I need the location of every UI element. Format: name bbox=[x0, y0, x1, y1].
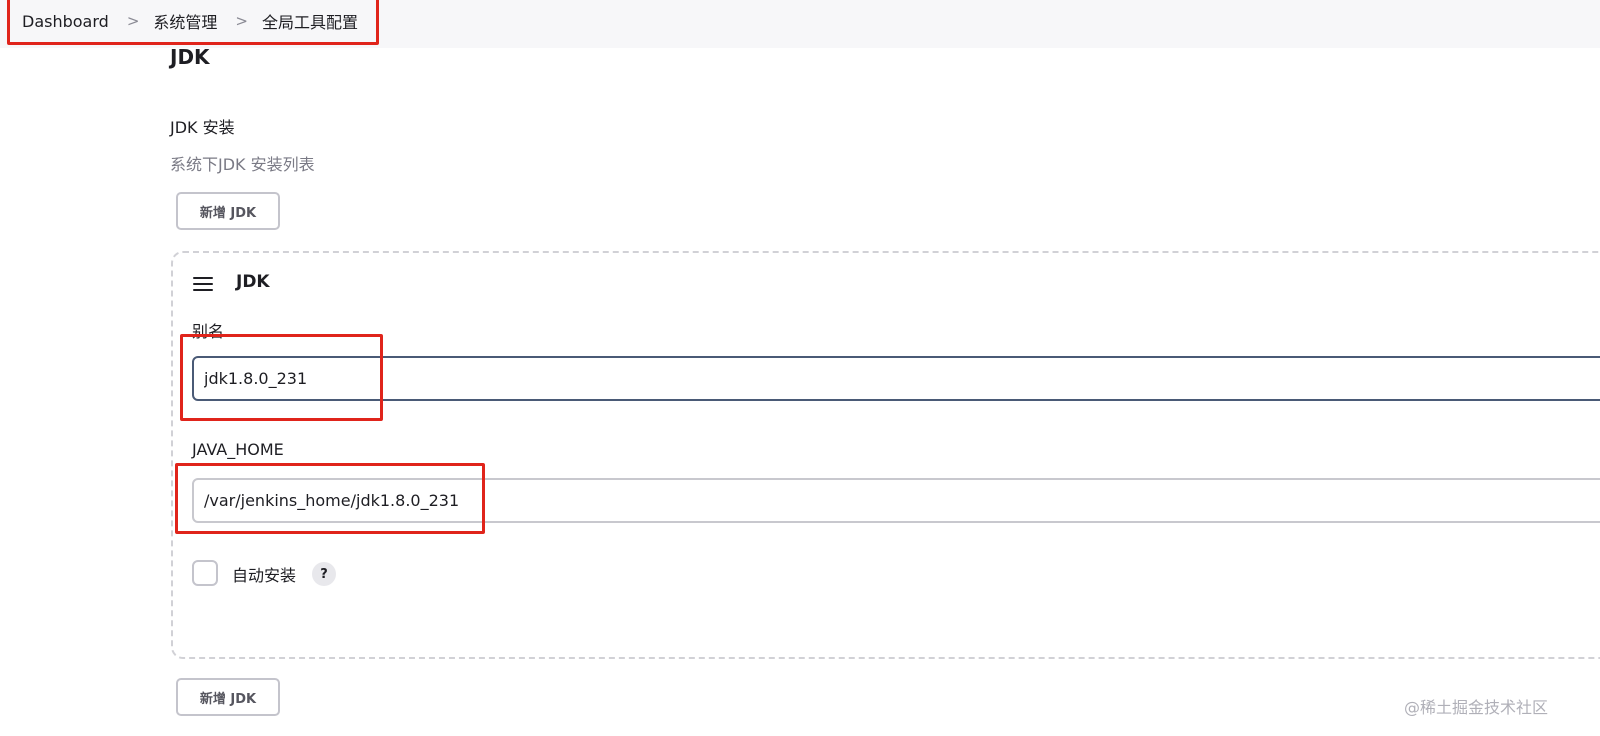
breadcrumb-global-tool-config[interactable]: 全局工具配置 bbox=[262, 9, 358, 33]
jdk-name-input[interactable] bbox=[192, 356, 1600, 401]
breadcrumb: Dashboard > 系统管理 > 全局工具配置 bbox=[22, 9, 358, 33]
jdk-installations-label: JDK 安装 bbox=[170, 118, 235, 137]
watermark: @稀土掘金技术社区 bbox=[1404, 698, 1549, 717]
add-jdk-button[interactable]: 新增 JDK bbox=[176, 192, 280, 230]
jdk-installation-card bbox=[171, 251, 1600, 659]
jdk-card-title: JDK bbox=[236, 272, 270, 292]
java-home-input[interactable] bbox=[192, 478, 1600, 523]
breadcrumb-system-management[interactable]: 系统管理 bbox=[153, 9, 217, 33]
java-home-label: JAVA_HOME bbox=[192, 440, 284, 459]
section-title-jdk: JDK bbox=[170, 45, 210, 69]
chevron-right-icon: > bbox=[235, 12, 248, 30]
breadcrumb-dashboard[interactable]: Dashboard bbox=[22, 12, 109, 31]
jdk-name-label: 别名 bbox=[192, 322, 225, 341]
drag-handle-icon[interactable] bbox=[193, 277, 213, 291]
jdk-installations-description: 系统下JDK 安装列表 bbox=[170, 155, 315, 174]
add-jdk-button-bottom[interactable]: 新增 JDK bbox=[176, 678, 280, 716]
auto-install-checkbox[interactable] bbox=[192, 560, 218, 586]
chevron-right-icon: > bbox=[126, 12, 140, 30]
auto-install-label: 自动安装 bbox=[232, 566, 297, 585]
help-icon[interactable]: ? bbox=[312, 562, 336, 586]
